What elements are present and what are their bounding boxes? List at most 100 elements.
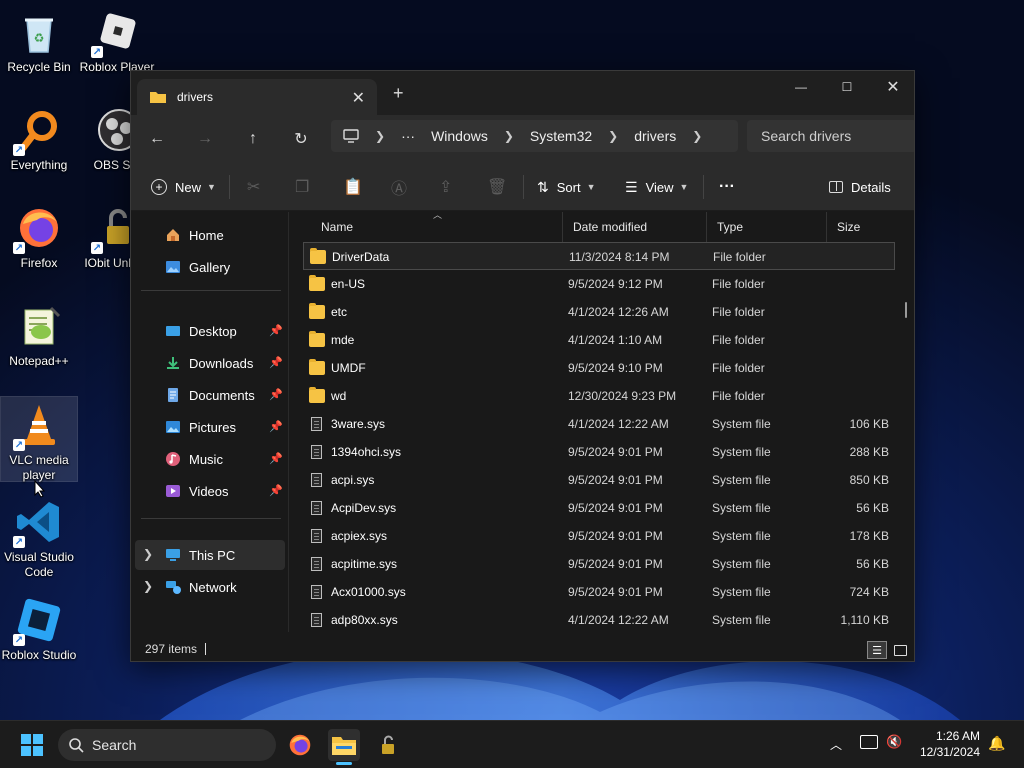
- nav-item-downloads[interactable]: Downloads 📌: [135, 348, 285, 378]
- view-icon: ☰: [625, 178, 638, 195]
- share-icon[interactable]: ⇪: [439, 175, 452, 199]
- address-bar[interactable]: ❯ ··· Windows ❯ System32 ❯ drivers ❯: [331, 120, 738, 152]
- volume-muted-icon[interactable]: 🔇: [886, 734, 902, 750]
- iobit-unlocker-icon: [382, 735, 394, 754]
- cell-size: 288 KB: [849, 445, 889, 459]
- tiles-view-button[interactable]: [891, 641, 909, 659]
- table-row[interactable]: acpitime.sys 9/5/2024 9:01 PM System file 5…: [303, 550, 895, 578]
- sort-button[interactable]: ⇅ Sort ▼: [537, 175, 596, 199]
- table-row[interactable]: acpi.sys 9/5/2024 9:01 PM System file 850 K…: [303, 466, 895, 494]
- chevron-right-icon[interactable]: ❯: [143, 547, 153, 561]
- close-button[interactable]: ✕: [870, 71, 914, 103]
- details-view-button[interactable]: ☰: [867, 641, 887, 659]
- clock-date[interactable]: 12/31/2024: [908, 745, 980, 759]
- more-options-button[interactable]: ···: [719, 175, 735, 199]
- search-input[interactable]: Search drivers: [747, 120, 914, 152]
- desktop-icon-vlc[interactable]: ↗ VLC media player: [0, 396, 78, 482]
- nav-item-home[interactable]: Home: [135, 220, 285, 250]
- desktop-icon-recycle-bin[interactable]: ♻ Recycle Bin: [0, 4, 78, 88]
- pin-icon[interactable]: 📌: [269, 324, 283, 337]
- rename-icon[interactable]: Ⓐ: [391, 175, 407, 199]
- cell-type: System file: [712, 613, 771, 627]
- column-header-name[interactable]: Name: [311, 212, 563, 242]
- breadcrumb-windows[interactable]: Windows: [431, 128, 488, 144]
- desktop-icon-vscode[interactable]: ↗ Visual Studio Code: [0, 494, 78, 580]
- pin-icon[interactable]: 📌: [269, 356, 283, 369]
- pin-icon[interactable]: 📌: [269, 420, 283, 433]
- nav-item-documents[interactable]: Documents 📌: [135, 380, 285, 410]
- delete-icon[interactable]: 🗑: [487, 175, 507, 199]
- clock-time[interactable]: 1:26 AM: [912, 729, 980, 743]
- table-row[interactable]: Acx01000.sys 9/5/2024 9:01 PM System file 7…: [303, 578, 895, 606]
- table-row[interactable]: UMDF 9/5/2024 9:10 PM File folder: [303, 354, 895, 382]
- breadcrumb-more[interactable]: ···: [401, 128, 415, 144]
- minimize-button[interactable]: —: [778, 71, 824, 103]
- start-button[interactable]: [16, 729, 48, 761]
- tab-close-icon[interactable]: ✕: [352, 88, 365, 108]
- nav-item-videos[interactable]: Videos 📌: [135, 476, 285, 506]
- view-button[interactable]: ☰ View ▼: [625, 175, 688, 199]
- table-row[interactable]: etc 4/1/2024 12:26 AM File folder: [303, 298, 895, 326]
- folder-icon: [309, 303, 325, 319]
- taskbar-file-explorer[interactable]: [328, 729, 360, 765]
- pin-icon[interactable]: 📌: [269, 484, 283, 497]
- chevron-right-icon[interactable]: ❯: [692, 129, 702, 143]
- desktop-icon-roblox-studio[interactable]: ↗ Roblox Studio: [0, 592, 78, 676]
- taskbar-iobit-unlocker[interactable]: [372, 729, 404, 761]
- breadcrumb-system32[interactable]: System32: [530, 128, 592, 144]
- new-button[interactable]: + New ▼: [151, 175, 216, 199]
- nav-item-desktop[interactable]: Desktop 📌: [135, 316, 285, 346]
- table-row[interactable]: AcpiDev.sys 9/5/2024 9:01 PM System file 56…: [303, 494, 895, 522]
- tab-drivers[interactable]: drivers ✕: [137, 79, 377, 115]
- maximize-button[interactable]: ☐: [824, 71, 870, 103]
- table-row[interactable]: mde 4/1/2024 1:10 AM File folder: [303, 326, 895, 354]
- nav-item-this-pc[interactable]: ❯ This PC: [135, 540, 285, 570]
- taskbar-search[interactable]: Search: [58, 729, 276, 761]
- up-button[interactable]: ↑: [239, 125, 267, 153]
- cell-date: 9/5/2024 9:10 PM: [568, 361, 663, 375]
- taskbar-firefox[interactable]: [284, 729, 316, 761]
- refresh-button[interactable]: ↻: [287, 125, 315, 153]
- details-button[interactable]: Details: [829, 175, 891, 199]
- nav-item-music[interactable]: Music 📌: [135, 444, 285, 474]
- forward-button[interactable]: →: [191, 125, 219, 153]
- nav-item-gallery[interactable]: Gallery: [135, 252, 285, 282]
- nav-divider: [141, 518, 281, 519]
- nav-item-network[interactable]: ❯ Network: [135, 572, 285, 602]
- item-count: 297 items: [145, 642, 198, 656]
- vertical-scrollbar[interactable]: [905, 302, 907, 318]
- desktop-icon-firefox[interactable]: ↗ Firefox: [0, 200, 78, 284]
- cell-size: 56 KB: [856, 501, 889, 515]
- breadcrumb-drivers[interactable]: drivers: [634, 128, 676, 144]
- videos-icon: [166, 485, 180, 497]
- copy-icon[interactable]: ❐: [295, 175, 309, 199]
- new-tab-button[interactable]: +: [393, 83, 404, 104]
- chevron-right-icon[interactable]: ❯: [143, 579, 153, 593]
- active-indicator: [336, 762, 352, 765]
- table-row[interactable]: 1394ohci.sys 9/5/2024 9:01 PM System file 2…: [303, 438, 895, 466]
- paste-icon[interactable]: 📋: [343, 175, 363, 199]
- column-header-date[interactable]: Date modified: [563, 212, 707, 242]
- table-row[interactable]: wd 12/30/2024 9:23 PM File folder: [303, 382, 895, 410]
- table-row[interactable]: 3ware.sys 4/1/2024 12:22 AM System file 106…: [303, 410, 895, 438]
- cell-date: 9/5/2024 9:01 PM: [568, 501, 663, 515]
- desktop-icon-notepad-plus-plus[interactable]: Notepad++: [0, 298, 78, 382]
- show-hidden-icons-button[interactable]: ︿: [830, 736, 842, 753]
- file-icon: [311, 417, 322, 431]
- column-header-size[interactable]: Size: [827, 212, 907, 242]
- pin-icon[interactable]: 📌: [269, 452, 283, 465]
- table-row[interactable]: adp80xx.sys 4/1/2024 12:22 AM System file 1…: [303, 606, 895, 632]
- table-row[interactable]: acpiex.sys 9/5/2024 9:01 PM System file 178…: [303, 522, 895, 550]
- back-button[interactable]: ←: [143, 125, 171, 153]
- notification-bell-icon[interactable]: 🔔: [988, 735, 1005, 752]
- pin-icon[interactable]: 📌: [269, 388, 283, 401]
- network-status-icon[interactable]: [860, 735, 878, 749]
- table-row[interactable]: DriverData 11/3/2024 8:14 PM File folder: [303, 242, 895, 270]
- column-header-type[interactable]: Type: [707, 212, 827, 242]
- file-name: acpi.sys: [331, 473, 375, 487]
- home-icon: [167, 229, 179, 241]
- desktop-icon-everything[interactable]: ↗ Everything: [0, 102, 78, 186]
- cut-icon[interactable]: ✂: [247, 175, 260, 199]
- table-row[interactable]: en-US 9/5/2024 9:12 PM File folder: [303, 270, 895, 298]
- nav-item-pictures[interactable]: Pictures 📌: [135, 412, 285, 442]
